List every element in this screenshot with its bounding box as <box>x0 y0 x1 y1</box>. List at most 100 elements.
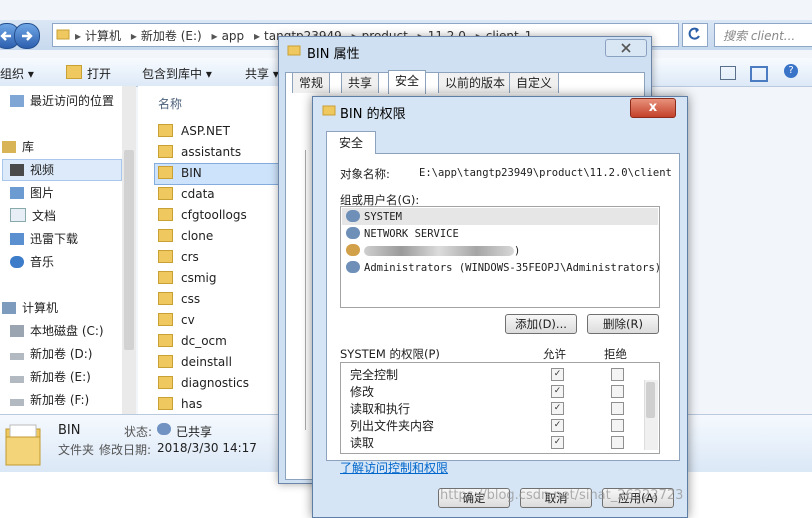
allow-checkbox[interactable]: ✓ <box>551 385 564 398</box>
pictures-icon <box>10 187 24 199</box>
object-name-value: E:\app\tangtp23949\product\11.2.0\client <box>419 167 672 179</box>
deny-checkbox[interactable] <box>611 385 624 398</box>
nav-scrollbar-thumb[interactable] <box>124 150 134 350</box>
drive-icon <box>10 325 24 337</box>
allow-checkbox[interactable]: ✓ <box>551 402 564 415</box>
nav-item-drive-f[interactable]: 新加卷 (F:) <box>10 391 89 408</box>
nav-label: 新加卷 (F:) <box>30 393 90 407</box>
permissions-scrollbar-thumb[interactable] <box>646 382 655 418</box>
column-header[interactable]: 名称 <box>138 86 283 118</box>
nav-item-music[interactable]: 音乐 <box>10 253 54 270</box>
allow-checkbox[interactable]: ✓ <box>551 419 564 432</box>
nav-item-drive-d[interactable]: 新加卷 (D:) <box>10 345 92 362</box>
file-item[interactable]: ASP.NET <box>158 124 230 144</box>
folder-icon <box>56 29 70 40</box>
details-status-value: 已共享 <box>176 425 213 439</box>
drive-icon <box>10 353 24 360</box>
permission-name: 列出文件夹内容 <box>350 419 435 433</box>
refresh-button[interactable] <box>682 23 708 47</box>
details-name: BIN <box>58 423 81 438</box>
file-item[interactable]: css <box>158 292 200 312</box>
user-name: NETWORK SERVICE <box>364 228 459 240</box>
include-in-library-button[interactable]: 包含到库中 ▾ <box>142 65 212 82</box>
nav-item-drive-e[interactable]: 新加卷 (E:) <box>10 368 91 385</box>
allow-header: 允许 <box>543 347 566 361</box>
user-row-redacted[interactable]: ) <box>346 244 520 261</box>
close-button[interactable]: x <box>630 98 676 118</box>
user-name: Administrators (WINDOWS-35FEOPJ\Administ… <box>364 262 662 274</box>
tab-general[interactable]: 常规 <box>292 72 331 93</box>
open-button[interactable]: 打开 <box>87 65 111 82</box>
allow-checkbox[interactable]: ✓ <box>551 436 564 449</box>
preview-pane-icon[interactable] <box>750 66 768 82</box>
file-item[interactable]: assistants <box>158 145 241 165</box>
file-item[interactable]: cdata <box>158 187 215 207</box>
view-options-icon[interactable] <box>720 66 736 80</box>
help-icon[interactable]: ? <box>784 64 798 78</box>
user-group-icon <box>346 210 360 222</box>
folder-icon <box>158 334 173 347</box>
drive-icon <box>10 376 24 383</box>
nav-label: 视频 <box>30 163 55 177</box>
breadcrumb-item[interactable]: 计算机 <box>85 29 121 43</box>
nav-item-drive-c[interactable]: 本地磁盘 (C:) <box>10 322 104 339</box>
file-item[interactable]: cfgtoollogs <box>158 208 247 228</box>
user-row-administrators[interactable]: Administrators (WINDOWS-35FEOPJ\Administ… <box>346 261 661 278</box>
nav-item-documents[interactable]: 文档 <box>10 207 56 224</box>
permission-name: 完全控制 <box>350 368 399 382</box>
permission-row: 修改 <box>350 383 374 400</box>
file-item[interactable]: deinstall <box>158 355 232 375</box>
nav-item-computer[interactable]: 计算机 <box>2 299 58 316</box>
organize-button[interactable]: 组织 ▾ <box>0 65 34 82</box>
file-name: deinstall <box>181 355 232 369</box>
folder-icon <box>158 166 173 179</box>
nav-item-library[interactable]: 库 <box>2 138 34 155</box>
details-type: 文件夹 <box>58 443 95 457</box>
recent-places-icon <box>10 95 24 107</box>
tab-security[interactable]: 安全 <box>326 131 376 154</box>
file-name: cv <box>181 313 195 327</box>
tab-customize[interactable]: 自定义 <box>509 72 560 93</box>
allow-checkbox[interactable]: ✓ <box>551 368 564 381</box>
breadcrumb-item[interactable]: 新加卷 (E:) <box>141 29 202 43</box>
permissions-for-label: SYSTEM 的权限(P) <box>340 347 440 361</box>
user-group-icon <box>346 261 360 273</box>
nav-item-recent[interactable]: 最近访问的位置 <box>10 92 114 109</box>
file-item[interactable]: crs <box>158 250 199 270</box>
tab-security[interactable]: 安全 <box>388 70 427 94</box>
search-input[interactable]: 搜索 client... <box>714 23 812 47</box>
nav-label: 库 <box>22 140 35 154</box>
user-row-network-service[interactable]: NETWORK SERVICE <box>346 227 459 244</box>
folder-icon <box>158 208 173 221</box>
user-row-system[interactable]: SYSTEM <box>346 210 402 227</box>
file-name: crs <box>181 250 199 264</box>
file-item[interactable]: clone <box>158 229 213 249</box>
file-item[interactable]: csmig <box>158 271 217 291</box>
file-item[interactable]: cv <box>158 313 195 333</box>
details-modified-label: 修改日期: <box>99 443 152 457</box>
deny-checkbox[interactable] <box>611 419 624 432</box>
nav-item-video[interactable]: 视频 <box>10 161 54 178</box>
nav-label: 文档 <box>32 209 57 223</box>
nav-item-download[interactable]: 迅雷下载 <box>10 230 78 247</box>
access-control-help-link[interactable]: 了解访问控制和权限 <box>340 459 448 476</box>
remove-button[interactable]: 删除(R) <box>587 314 659 334</box>
nav-label: 迅雷下载 <box>30 232 79 246</box>
forward-button[interactable] <box>14 23 40 49</box>
nav-item-pictures[interactable]: 图片 <box>10 184 54 201</box>
deny-checkbox[interactable] <box>611 436 624 449</box>
add-button[interactable]: 添加(D)... <box>505 314 577 334</box>
share-button[interactable]: 共享 ▾ <box>245 65 279 82</box>
close-button[interactable] <box>605 39 647 57</box>
folder-icon <box>158 250 173 263</box>
tab-sharing[interactable]: 共享 <box>341 72 380 93</box>
nav-label: 计算机 <box>22 301 59 315</box>
file-item-selected[interactable]: BIN <box>158 166 202 186</box>
file-item[interactable]: diagnostics <box>158 376 249 396</box>
file-item[interactable]: dc_ocm <box>158 334 227 354</box>
tab-previous-versions[interactable]: 以前的版本 <box>438 72 513 93</box>
deny-checkbox[interactable] <box>611 368 624 381</box>
breadcrumb-item[interactable]: app <box>222 29 245 43</box>
deny-checkbox[interactable] <box>611 402 624 415</box>
column-name-label: 名称 <box>158 97 183 111</box>
